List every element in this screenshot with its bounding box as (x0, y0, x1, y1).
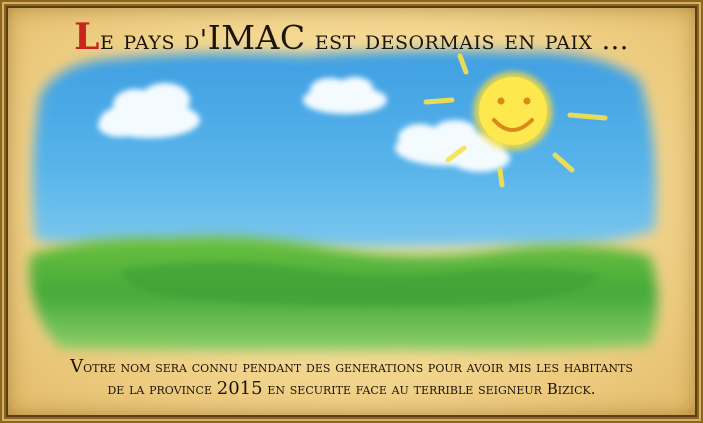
message-line-2: de la province 2015 en securite face au … (40, 378, 663, 400)
title-initial: L (74, 16, 100, 58)
page-title: Le pays d'IMAC est desormais en paix ... (0, 16, 703, 58)
message-initial: V (70, 356, 84, 377)
message-line-1-text: otre nom sera connu pendant des generati… (83, 358, 633, 376)
smiling-sun-icon (473, 71, 553, 151)
message-line-2-after: en securite face au terrible seigneur Bi… (262, 380, 596, 398)
message-line-2-before: de la province (107, 380, 217, 398)
message-year: 2015 (216, 378, 263, 399)
title-text-before: e pays d' (99, 25, 208, 56)
title-brand: IMAC (207, 18, 306, 57)
title-text-after: est desormais en paix ... (305, 25, 629, 56)
message-line-1: Votre nom sera connu pendant des generat… (40, 356, 663, 378)
victory-message: Votre nom sera connu pendant des generat… (40, 356, 663, 400)
